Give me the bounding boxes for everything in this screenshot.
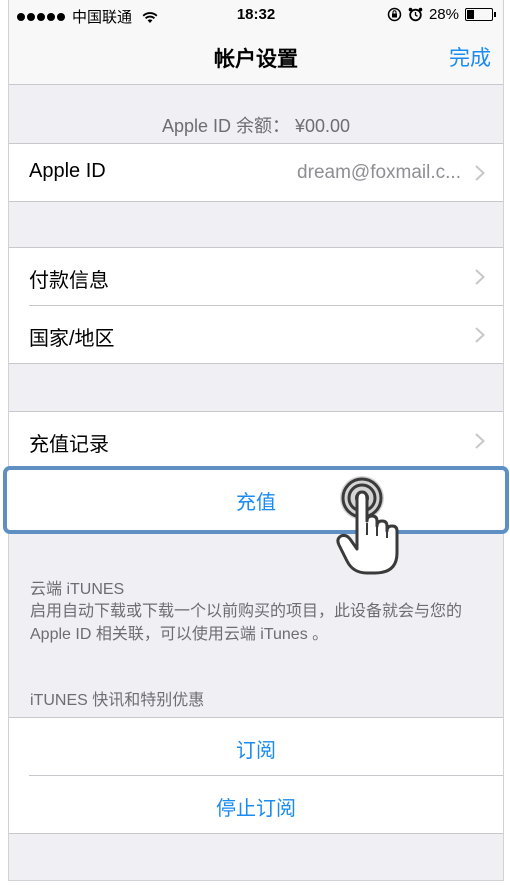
unsubscribe-button[interactable]: 停止订阅 — [9, 792, 503, 821]
cloud-itunes-header: 云端 iTUNES — [30, 581, 125, 598]
subscribe-row[interactable]: 订阅 — [9, 718, 503, 775]
recharge-history-label: 充值记录 — [29, 434, 109, 456]
region-row[interactable]: 国家/地区 — [29, 305, 503, 363]
unsubscribe-row[interactable]: 停止订阅 — [29, 775, 503, 833]
apple-id-email: dream@foxmail.c... — [297, 162, 461, 183]
recharge-history-row[interactable]: 充值记录 — [9, 412, 503, 469]
payment-region-group: 付款信息 国家/地区 — [9, 247, 503, 364]
phone-screen: 中国联通 18:32 28% 帐户设置 完成 Apple ID 余额： ¥00.… — [8, 0, 504, 881]
newsletter-group: 订阅 停止订阅 — [9, 717, 503, 834]
apple-id-label: Apple ID — [29, 160, 106, 182]
chevron-right-icon — [475, 327, 485, 343]
chevron-right-icon — [475, 269, 485, 285]
chevron-right-icon — [475, 165, 485, 181]
battery-fill — [467, 10, 474, 19]
rotation-lock-icon — [387, 7, 402, 22]
recharge-button[interactable]: 充值 — [7, 486, 505, 515]
battery-percent: 28% — [428, 6, 459, 23]
navigation-bar: 帐户设置 完成 — [9, 30, 503, 85]
apple-id-balance: Apple ID 余额： ¥00.00 — [161, 116, 351, 136]
battery-icon — [465, 8, 496, 21]
payment-info-label: 付款信息 — [29, 270, 109, 292]
subscribe-button[interactable]: 订阅 — [9, 734, 503, 763]
alarm-icon — [408, 7, 423, 22]
hand-tap-icon — [336, 476, 399, 575]
cloud-itunes-description: 启用自动下载或下载一个以前购买的项目，此设备就会与您的 Apple ID 相关联… — [30, 603, 463, 643]
status-right: 28% — [387, 6, 496, 23]
region-label: 国家/地区 — [29, 328, 115, 350]
chevron-right-icon — [475, 433, 485, 449]
done-button[interactable]: 完成 — [449, 42, 491, 72]
newsletter-header: iTUNES 快讯和特别优惠 — [30, 692, 205, 709]
page-title: 帐户设置 — [214, 48, 298, 71]
status-bar: 中国联通 18:32 28% — [9, 0, 503, 30]
recharge-row-highlighted[interactable]: 充值 — [3, 466, 509, 534]
apple-id-group: Apple ID dream@foxmail.c... — [9, 143, 503, 202]
payment-info-row[interactable]: 付款信息 — [9, 248, 503, 305]
recharge-group: 充值记录 — [9, 411, 503, 470]
apple-id-row[interactable]: Apple ID dream@foxmail.c... — [9, 144, 503, 201]
